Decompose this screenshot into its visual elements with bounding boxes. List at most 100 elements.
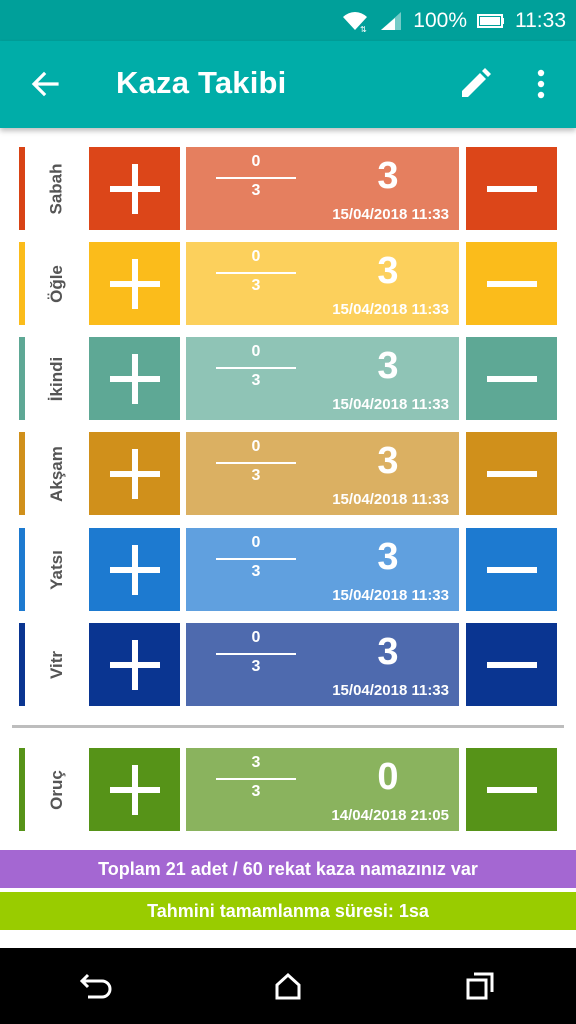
fraction-line [216, 272, 296, 274]
increment-button[interactable] [89, 242, 180, 325]
prayer-counter: 0 3 3 15/04/2018 11:33 [186, 337, 459, 420]
fasting-row-oruc: Oruç 3 3 0 14/04/2018 21:05 [0, 748, 576, 831]
decrement-button[interactable] [466, 147, 557, 230]
last-updated: 15/04/2018 11:33 [332, 301, 449, 318]
completed-count: 0 [251, 534, 261, 551]
prayer-row-aksam: Akşam 0 3 3 15/04/2018 11:33 [0, 432, 576, 515]
decrement-button[interactable] [466, 623, 557, 706]
row-color-stripe [19, 528, 25, 611]
last-updated: 15/04/2018 11:33 [332, 396, 449, 413]
edit-pencil-icon[interactable] [452, 61, 498, 107]
completed-count: 0 [251, 438, 261, 455]
navigation-bar [0, 948, 576, 1024]
remaining-count: 3 [377, 440, 399, 482]
total-count: 3 [251, 563, 261, 580]
minus-icon [486, 185, 537, 192]
completed-count: 0 [251, 629, 261, 646]
nav-home-icon[interactable] [258, 956, 318, 1016]
increment-button[interactable] [89, 528, 180, 611]
fraction-line [216, 558, 296, 560]
completed-count: 0 [251, 153, 261, 170]
completed-count: 0 [251, 248, 261, 265]
plus-icon [109, 353, 160, 404]
total-count: 3 [251, 783, 261, 800]
minus-icon [486, 566, 537, 573]
remaining-count: 3 [377, 345, 399, 387]
increment-button[interactable] [89, 432, 180, 515]
remaining-count: 0 [377, 756, 399, 798]
wifi-icon: ⇅ [341, 10, 369, 32]
total-count: 3 [251, 372, 261, 389]
fraction-line [216, 177, 296, 179]
remaining-count: 3 [377, 631, 399, 673]
status-bar: ⇅ 100% 11:33 [0, 0, 576, 41]
plus-icon [109, 639, 160, 690]
page-title: Kaza Takibi [116, 65, 287, 100]
fraction-line [216, 653, 296, 655]
increment-button[interactable] [89, 147, 180, 230]
prayer-counter: 0 3 3 15/04/2018 11:33 [186, 432, 459, 515]
prayer-name: İkindi [47, 356, 66, 401]
last-updated: 14/04/2018 21:05 [331, 807, 449, 824]
prayer-counter: 0 3 3 15/04/2018 11:33 [186, 528, 459, 611]
prayer-name: Sabah [47, 162, 66, 215]
fasting-name: Oruç [47, 769, 66, 810]
total-summary-banner: Toplam 21 adet / 60 rekat kaza namazınız… [0, 850, 576, 888]
prayer-name: Yatsı [46, 549, 66, 590]
decrement-button[interactable] [466, 528, 557, 611]
remaining-count: 3 [377, 536, 399, 578]
total-count: 3 [251, 182, 261, 199]
prayer-name: Akşam [46, 445, 66, 502]
plus-icon [109, 448, 160, 499]
decrement-button[interactable] [466, 337, 557, 420]
minus-icon [486, 280, 537, 287]
completed-count: 0 [251, 343, 261, 360]
increment-button[interactable] [89, 748, 180, 831]
row-color-stripe [19, 147, 25, 230]
nav-back-icon[interactable] [66, 956, 126, 1016]
remaining-count: 3 [377, 250, 399, 292]
battery-icon [477, 13, 505, 29]
plus-icon [109, 764, 160, 815]
nav-recents-icon[interactable] [450, 956, 510, 1016]
section-divider [12, 725, 564, 728]
minus-icon [486, 786, 537, 793]
prayer-list: Sabah 0 3 3 15/04/2018 11:33 Öğle 0 3 3 … [0, 128, 576, 948]
completed-count: 3 [251, 754, 261, 771]
decrement-button[interactable] [466, 748, 557, 831]
increment-button[interactable] [89, 337, 180, 420]
plus-icon [109, 544, 160, 595]
svg-text:⇅: ⇅ [360, 25, 367, 32]
fraction-line [216, 778, 296, 780]
clock: 11:33 [515, 8, 566, 32]
row-color-stripe [19, 432, 25, 515]
prayer-row-vitr: Vitr 0 3 3 15/04/2018 11:33 [0, 623, 576, 706]
prayer-row-ikindi: İkindi 0 3 3 15/04/2018 11:33 [0, 337, 576, 420]
increment-button[interactable] [89, 623, 180, 706]
prayer-row-ogle: Öğle 0 3 3 15/04/2018 11:33 [0, 242, 576, 325]
back-arrow-icon[interactable] [22, 61, 68, 107]
last-updated: 15/04/2018 11:33 [332, 206, 449, 223]
total-count: 3 [251, 658, 261, 675]
total-count: 3 [251, 467, 261, 484]
minus-icon [486, 661, 537, 668]
row-color-stripe [19, 337, 25, 420]
minus-icon [486, 470, 537, 477]
fraction-line [216, 367, 296, 369]
row-color-stripe [19, 623, 25, 706]
decrement-button[interactable] [466, 242, 557, 325]
decrement-button[interactable] [466, 432, 557, 515]
fraction-line [216, 462, 296, 464]
row-color-stripe [19, 748, 25, 831]
total-count: 3 [251, 277, 261, 294]
prayer-name: Öğle [46, 264, 66, 303]
plus-icon [109, 163, 160, 214]
prayer-name: Vitr [46, 650, 66, 679]
prayer-counter: 0 3 3 15/04/2018 11:33 [186, 242, 459, 325]
prayer-row-yatsi: Yatsı 0 3 3 15/04/2018 11:33 [0, 528, 576, 611]
more-vert-icon[interactable] [518, 61, 564, 107]
prayer-row-sabah: Sabah 0 3 3 15/04/2018 11:33 [0, 147, 576, 230]
plus-icon [109, 258, 160, 309]
prayer-counter: 0 3 3 15/04/2018 11:33 [186, 623, 459, 706]
remaining-count: 3 [377, 155, 399, 197]
